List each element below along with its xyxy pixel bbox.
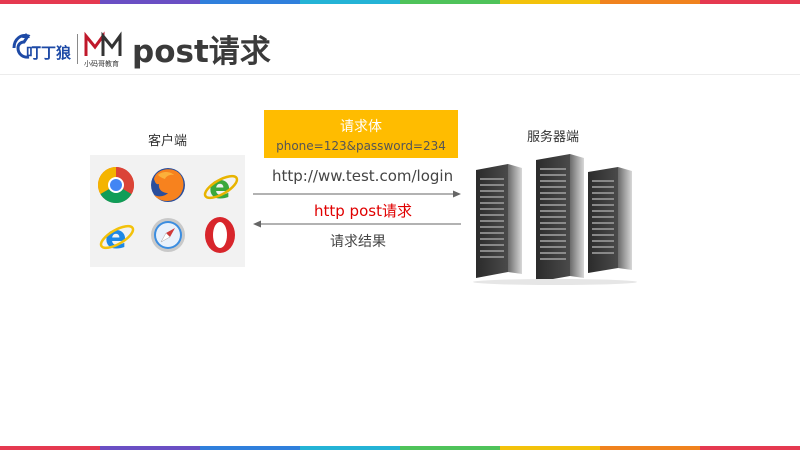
request-body-content: phone=123&password=234 bbox=[276, 139, 446, 153]
logo-caption: 小码哥教育 bbox=[84, 59, 119, 68]
response-arrow bbox=[253, 220, 461, 228]
ie-green-icon: e bbox=[203, 168, 239, 205]
page-title: post请求 bbox=[132, 34, 271, 70]
server-rack-icon bbox=[473, 154, 637, 285]
chrome-icon bbox=[97, 167, 135, 204]
svg-text:e: e bbox=[209, 168, 231, 205]
server-label: 服务器端 bbox=[527, 130, 580, 145]
client-browsers-panel: e e bbox=[90, 155, 245, 267]
opera-icon bbox=[205, 217, 235, 253]
dingding-logo-icon: 叮丁狼 bbox=[12, 33, 72, 62]
ie-icon: e bbox=[99, 218, 135, 255]
response-label: 请求结果 bbox=[330, 234, 386, 250]
request-body-title: 请求体 bbox=[340, 119, 382, 135]
xiaomage-logo-icon: 小码哥教育 bbox=[84, 31, 122, 68]
firefox-icon bbox=[151, 168, 185, 202]
request-arrow bbox=[253, 190, 461, 198]
logo-separator bbox=[77, 34, 78, 64]
safari-icon bbox=[151, 218, 185, 252]
bottom-color-stripe bbox=[0, 446, 800, 450]
client-label: 客户端 bbox=[148, 134, 188, 149]
svg-text:e: e bbox=[105, 218, 127, 255]
request-method: http post请求 bbox=[314, 202, 412, 220]
request-body-box: 请求体 phone=123&password=234 bbox=[264, 110, 458, 158]
svg-text:叮丁狼: 叮丁狼 bbox=[26, 44, 72, 62]
slide-header: 叮丁狼 小码哥教育 post请求 bbox=[0, 4, 800, 75]
request-url: http://ww.test.com/login bbox=[272, 167, 454, 185]
